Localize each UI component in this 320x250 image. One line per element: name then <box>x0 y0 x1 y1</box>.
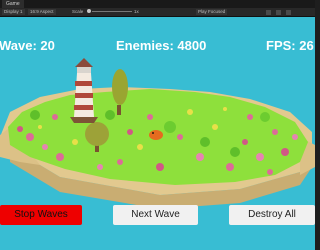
play-focused-dropdown[interactable]: Play Focused <box>196 9 228 15</box>
destroy-all-button[interactable]: Destroy All <box>229 205 315 225</box>
fps-counter: FPS: 26 <box>266 38 314 53</box>
scale-slider-track[interactable] <box>92 11 132 12</box>
stats-icon[interactable] <box>276 10 281 15</box>
game-view-toolbar: Display 1 16:9 Aspect Scale 1x Play Focu… <box>0 8 315 17</box>
next-wave-button[interactable]: Next Wave <box>113 205 198 225</box>
aspect-dropdown[interactable]: 16:9 Aspect <box>28 9 56 15</box>
game-tab[interactable]: Game <box>2 0 24 8</box>
scale-value: 1x <box>134 9 139 14</box>
scale-label: Scale <box>72 9 84 14</box>
scale-slider-knob[interactable] <box>87 9 91 13</box>
editor-tab-bar: Game <box>0 0 315 8</box>
enemies-counter: Enemies: 4800 <box>116 38 207 53</box>
stop-waves-button[interactable]: Stop Waves <box>0 205 82 225</box>
game-view[interactable]: Wave: 20 Enemies: 4800 FPS: 26 Stop Wave… <box>0 17 315 250</box>
display-dropdown[interactable]: Display 1 <box>2 9 25 15</box>
game-tab-label: Game <box>6 1 20 7</box>
wave-counter: Wave: 20 <box>0 38 55 53</box>
gizmos-icon[interactable] <box>286 10 291 15</box>
mute-icon[interactable] <box>266 10 271 15</box>
orange-creature <box>149 130 163 140</box>
